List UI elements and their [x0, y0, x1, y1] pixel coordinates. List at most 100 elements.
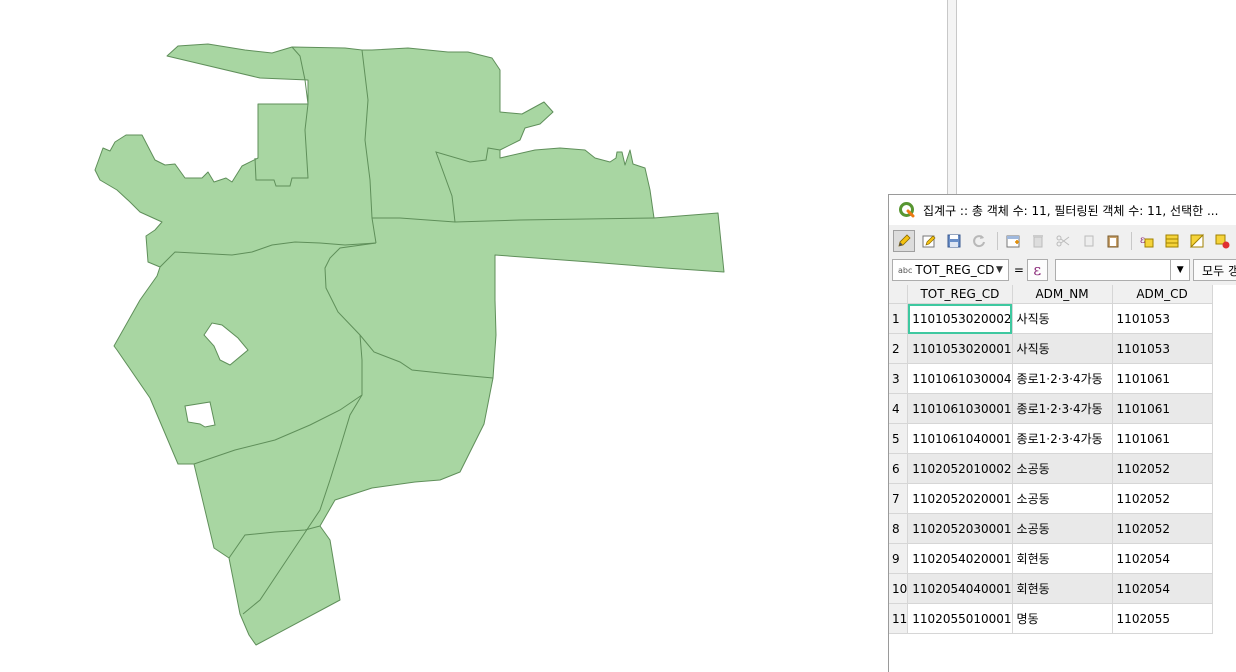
attribute-table-window: 집계구 :: 총 객체 수: 11, 필터링된 객체 수: 11, 선택한 ..… — [888, 194, 1236, 672]
select-all-features-button[interactable]: 모두 갱 — [1193, 259, 1236, 281]
cell-tot-reg-cd[interactable]: 1102054040001 — [907, 573, 1013, 604]
cut-button[interactable] — [1052, 230, 1074, 252]
delete-icon — [1033, 235, 1043, 248]
row-number[interactable]: 2 — [889, 333, 909, 364]
cell-adm-nm[interactable]: 소공동 — [1012, 513, 1113, 544]
cell-adm-cd[interactable]: 1101053 — [1112, 333, 1213, 364]
cell-adm-nm[interactable]: 사직동 — [1012, 333, 1113, 364]
qgis-logo-icon — [899, 202, 915, 218]
expression-icon: ε — [1033, 261, 1042, 279]
column-header-adm-cd[interactable]: ADM_CD — [1112, 285, 1213, 304]
copy-icon — [1084, 235, 1094, 247]
row-header-corner[interactable] — [889, 285, 909, 304]
toggle-editing-button[interactable] — [893, 230, 915, 252]
table-row[interactable]: 3 1101061030004 종로1·2·3·4가동 1101061 — [889, 363, 1213, 394]
cell-adm-cd[interactable]: 1102055 — [1112, 603, 1213, 634]
panel-splitter[interactable] — [947, 0, 957, 195]
add-feature-icon — [1006, 235, 1020, 248]
row-number[interactable]: 1 — [889, 303, 909, 334]
table-row[interactable]: 4 1101061030001 종로1·2·3·4가동 1101061 — [889, 393, 1213, 424]
row-number[interactable]: 8 — [889, 513, 909, 544]
field-name: TOT_REG_CD — [915, 263, 995, 277]
cut-icon — [1056, 235, 1070, 247]
cell-adm-cd[interactable]: 1102054 — [1112, 573, 1213, 604]
table-row[interactable]: 2 1101053020001 사직동 1101053 — [889, 333, 1213, 364]
map-region-outline — [94, 43, 725, 646]
save-icon — [947, 234, 961, 248]
reload-icon — [973, 235, 985, 248]
copy-button[interactable] — [1077, 230, 1099, 252]
cell-tot-reg-cd[interactable]: 1101061030001 — [907, 393, 1013, 424]
cell-tot-reg-cd[interactable]: 1101053020002 — [907, 303, 1013, 334]
multi-edit-icon — [922, 235, 936, 248]
cell-adm-cd[interactable]: 1102052 — [1112, 483, 1213, 514]
cell-tot-reg-cd[interactable]: 1102054020001 — [907, 543, 1013, 574]
column-header-tot-reg-cd[interactable]: TOT_REG_CD — [907, 285, 1013, 304]
window-title: 집계구 :: 총 객체 수: 11, 필터링된 객체 수: 11, 선택한 ..… — [923, 203, 1219, 218]
invert-selection-button[interactable] — [1186, 230, 1208, 252]
cell-adm-nm[interactable]: 명동 — [1012, 603, 1113, 634]
value-dropdown-button[interactable]: ▼ — [1171, 259, 1191, 281]
value-input[interactable] — [1054, 259, 1172, 281]
field-filter-bar: abc TOT_REG_CD ▼ = ε ▼ 모두 갱 — [889, 257, 1236, 283]
cell-adm-nm[interactable]: 종로1·2·3·4가동 — [1012, 363, 1113, 394]
cell-adm-cd[interactable]: 1101061 — [1112, 393, 1213, 424]
table-body: 1 1101053020002 사직동 1101053 2 1101053020001 사직… — [889, 303, 1213, 634]
table-row[interactable]: 7 1102052020001 소공동 1102052 — [889, 483, 1213, 514]
table-row[interactable]: 11 1102055010001 명동 1102055 — [889, 603, 1213, 634]
equals-label: = — [1013, 263, 1024, 277]
table-row[interactable]: 6 1102052010002 소공동 1102052 — [889, 453, 1213, 484]
attribute-grid[interactable]: TOT_REG_CD ADM_NM ADM_CD 1 1101053020002 사… — [889, 285, 1236, 672]
cell-tot-reg-cd[interactable]: 1102052020001 — [907, 483, 1013, 514]
cell-adm-cd[interactable]: 1101061 — [1112, 423, 1213, 454]
cell-tot-reg-cd[interactable]: 1101053020001 — [907, 333, 1013, 364]
cell-adm-nm[interactable]: 사직동 — [1012, 303, 1113, 334]
cell-adm-cd[interactable]: 1102054 — [1112, 543, 1213, 574]
cell-adm-cd[interactable]: 1101053 — [1112, 303, 1213, 334]
cell-adm-nm[interactable]: 소공동 — [1012, 483, 1113, 514]
cell-tot-reg-cd[interactable]: 1102055010001 — [907, 603, 1013, 634]
table-row[interactable]: 1 1101053020002 사직동 1101053 — [889, 303, 1213, 334]
table-row[interactable]: 5 1101061040001 종로1·2·3·4가동 1101061 — [889, 423, 1213, 454]
row-number[interactable]: 11 — [889, 603, 909, 634]
cell-tot-reg-cd[interactable]: 1101061040001 — [907, 423, 1013, 454]
cell-adm-nm[interactable]: 소공동 — [1012, 453, 1113, 484]
add-feature-button[interactable] — [1002, 230, 1024, 252]
row-number[interactable]: 5 — [889, 423, 909, 454]
table-row[interactable]: 10 1102054040001 회현동 1102054 — [889, 573, 1213, 604]
delete-feature-button[interactable] — [1027, 230, 1049, 252]
paste-button[interactable] — [1102, 230, 1124, 252]
cell-adm-nm[interactable]: 종로1·2·3·4가동 — [1012, 423, 1113, 454]
cell-tot-reg-cd[interactable]: 1101061030004 — [907, 363, 1013, 394]
save-edits-button[interactable] — [943, 230, 965, 252]
expression-button[interactable]: ε — [1026, 259, 1048, 281]
cell-adm-nm[interactable]: 종로1·2·3·4가동 — [1012, 393, 1113, 424]
row-number[interactable]: 3 — [889, 363, 909, 394]
multi-edit-button[interactable] — [918, 230, 940, 252]
row-number[interactable]: 9 — [889, 543, 909, 574]
table-row[interactable]: 9 1102054020001 회현동 1102054 — [889, 543, 1213, 574]
row-number[interactable]: 7 — [889, 483, 909, 514]
deselect-icon — [1215, 234, 1230, 249]
row-number[interactable]: 6 — [889, 453, 909, 484]
row-number[interactable]: 4 — [889, 393, 909, 424]
paste-icon — [1107, 235, 1119, 248]
deselect-all-button[interactable] — [1211, 230, 1233, 252]
expression-select-icon: ε — [1140, 235, 1154, 248]
window-titlebar[interactable]: 집계구 :: 총 객체 수: 11, 필터링된 객체 수: 11, 선택한 ..… — [889, 195, 1236, 225]
attribute-toolbar: ε — [889, 227, 1236, 255]
cell-tot-reg-cd[interactable]: 1102052010002 — [907, 453, 1013, 484]
cell-adm-cd[interactable]: 1101061 — [1112, 363, 1213, 394]
row-number[interactable]: 10 — [889, 573, 909, 604]
cell-adm-cd[interactable]: 1102052 — [1112, 453, 1213, 484]
table-row[interactable]: 8 1102052030001 소공동 1102052 — [889, 513, 1213, 544]
cell-tot-reg-cd[interactable]: 1102052030001 — [907, 513, 1013, 544]
field-select[interactable]: abc TOT_REG_CD ▼ — [892, 259, 1009, 281]
cell-adm-nm[interactable]: 회현동 — [1012, 543, 1113, 574]
cell-adm-cd[interactable]: 1102052 — [1112, 513, 1213, 544]
reload-button[interactable] — [968, 230, 990, 252]
cell-adm-nm[interactable]: 회현동 — [1012, 573, 1113, 604]
select-by-expression-button[interactable]: ε — [1136, 230, 1158, 252]
column-header-adm-nm[interactable]: ADM_NM — [1012, 285, 1113, 304]
select-all-button[interactable] — [1161, 230, 1183, 252]
